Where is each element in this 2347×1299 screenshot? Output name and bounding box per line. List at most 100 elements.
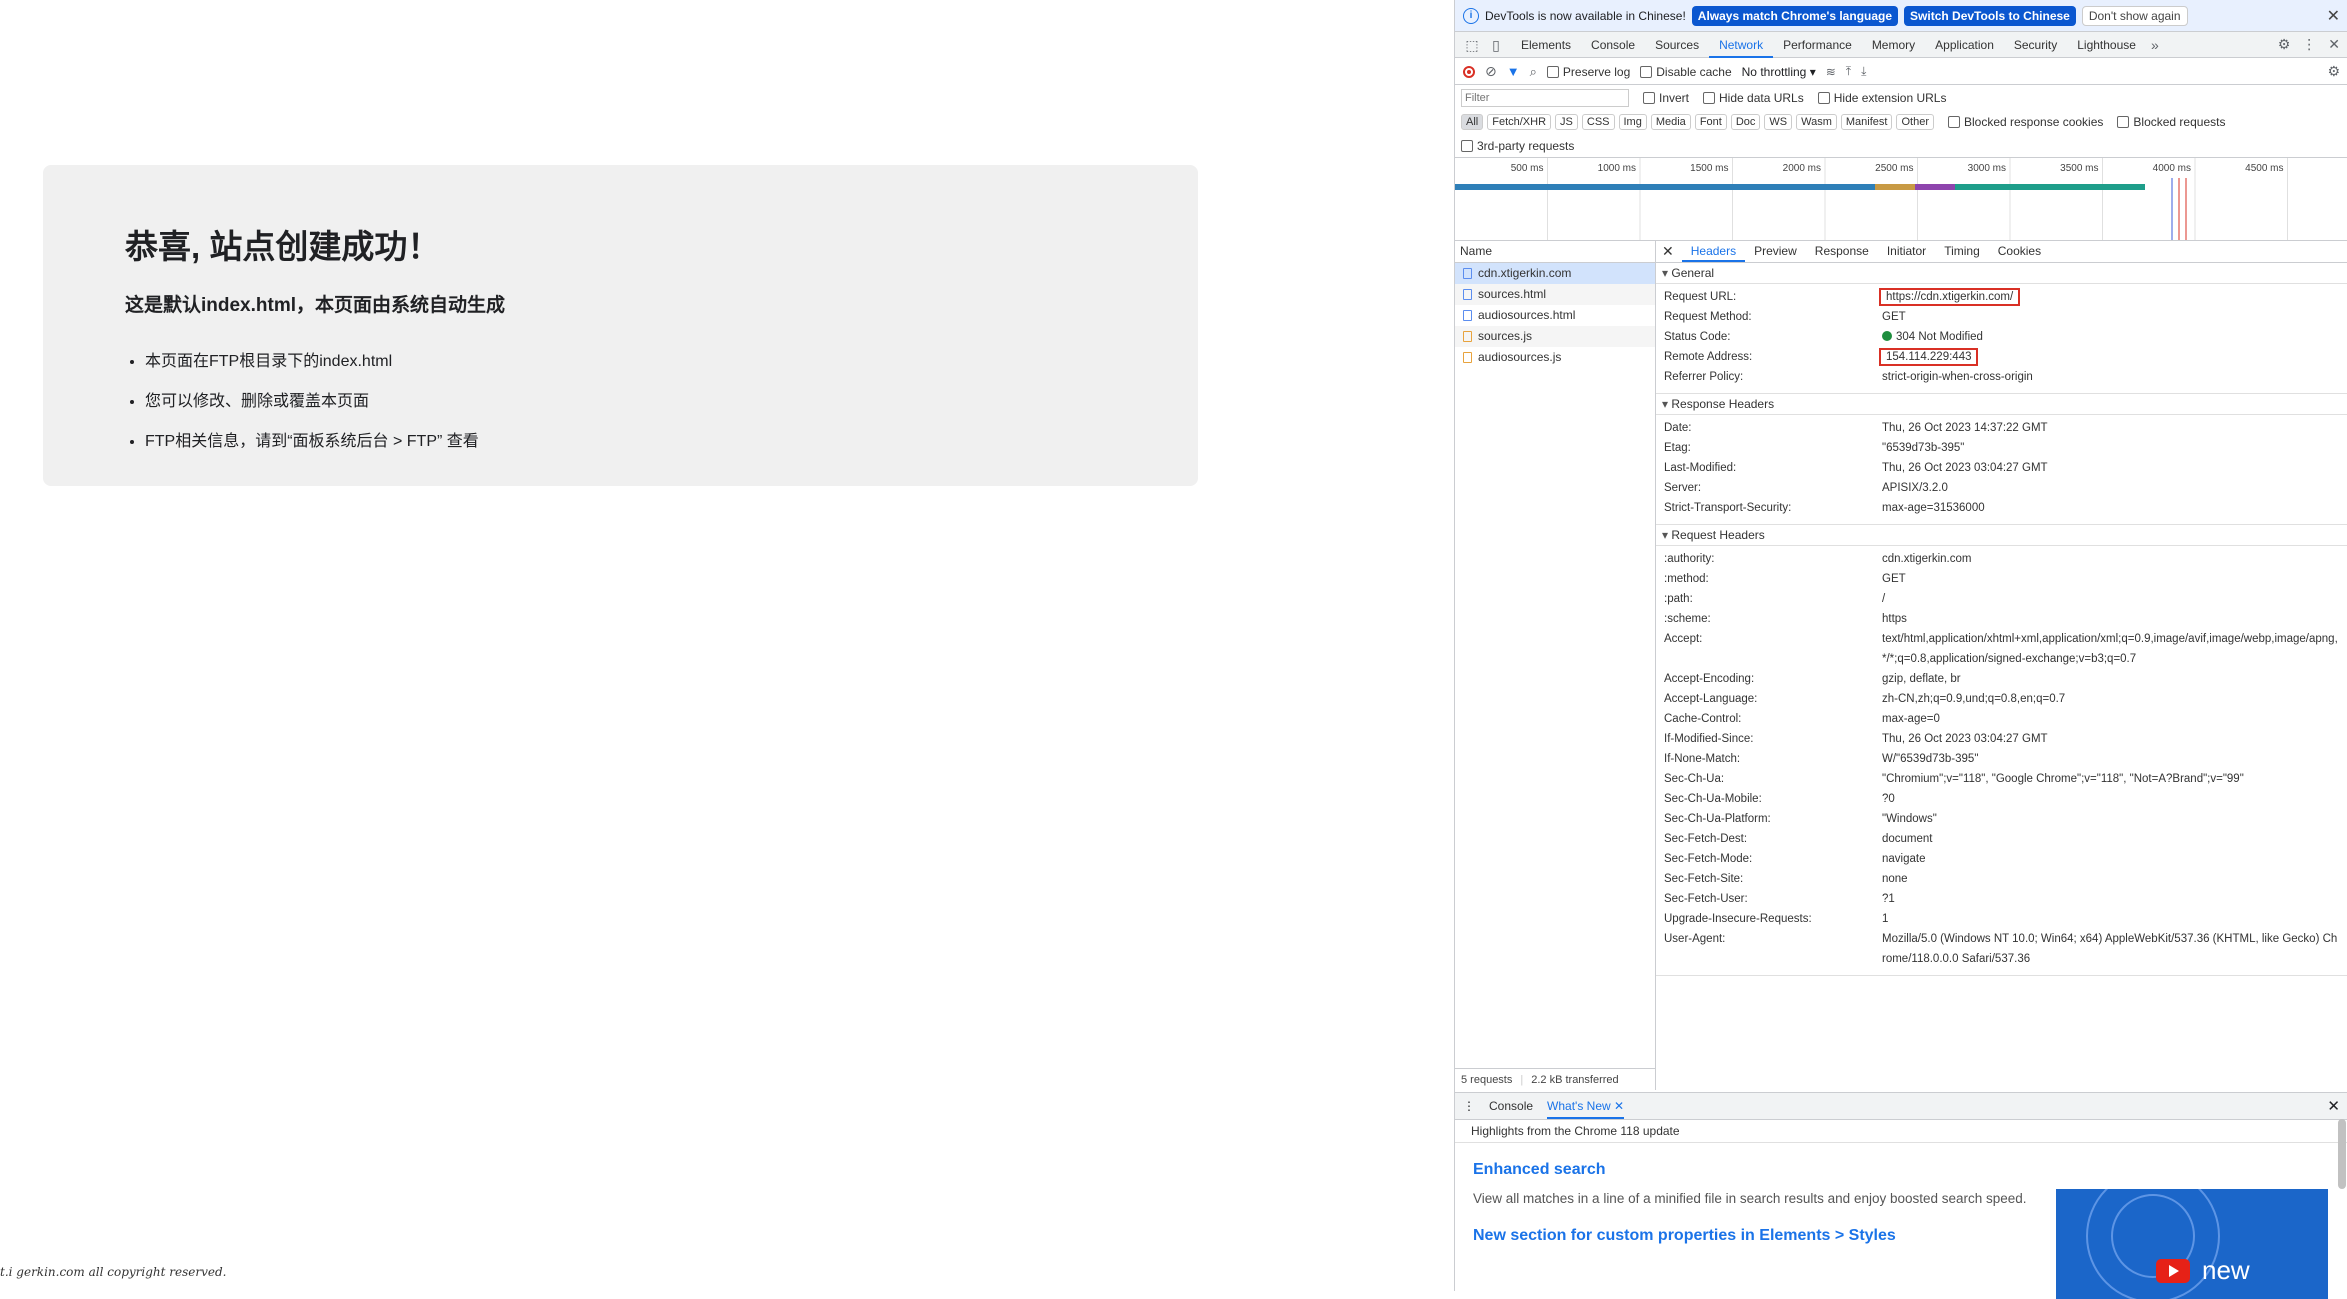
type-doc-button[interactable]: Doc <box>1730 114 1761 130</box>
header-value[interactable]: max-age=31536000 <box>1882 498 1995 518</box>
switch-to-chinese-button[interactable]: Switch DevTools to Chinese <box>1904 5 2076 26</box>
tab-application[interactable]: Application <box>1925 32 2004 58</box>
header-value[interactable]: Mozilla/5.0 (Windows NT 10.0; Win64; x64… <box>1882 929 2347 969</box>
throttling-select[interactable]: No throttling ▾ <box>1742 65 1816 79</box>
close-devtools-icon[interactable]: ✕ <box>2328 36 2340 53</box>
search-icon[interactable]: ⌕ <box>1530 64 1537 80</box>
tab-preview[interactable]: Preview <box>1745 240 1806 262</box>
tab-initiator[interactable]: Initiator <box>1878 240 1935 262</box>
header-value[interactable]: 304 Not Modified <box>1882 327 1993 347</box>
header-value[interactable]: GET <box>1882 569 1916 589</box>
import-har-icon[interactable]: ⤒ <box>1846 64 1851 79</box>
request-row[interactable]: cdn.xtigerkin.com <box>1455 263 1655 284</box>
disable-cache-checkbox[interactable]: Disable cache <box>1640 65 1732 79</box>
header-value[interactable]: GET <box>1882 307 1916 327</box>
header-value[interactable]: / <box>1882 589 1895 609</box>
header-value[interactable]: ?0 <box>1882 789 1905 809</box>
third-party-checkbox[interactable]: 3rd-party requests <box>1461 139 1574 153</box>
header-value[interactable]: W/"6539d73b-395" <box>1882 749 1988 769</box>
tab-timing[interactable]: Timing <box>1935 240 1989 262</box>
header-value[interactable]: document <box>1882 829 1943 849</box>
request-row[interactable]: sources.html <box>1455 284 1655 305</box>
blocked-response-cookies-checkbox[interactable]: Blocked response cookies <box>1947 115 2103 129</box>
drawer-tab-whats-new[interactable]: What's New ✕ <box>1547 1093 1625 1119</box>
type-ws-button[interactable]: WS <box>1764 114 1793 130</box>
dont-show-again-button[interactable]: Don't show again <box>2081 5 2188 26</box>
tab-lighthouse[interactable]: Lighthouse <box>2067 32 2146 58</box>
network-settings-icon[interactable]: ⚙ <box>2327 63 2340 80</box>
video-thumbnail[interactable]: new <box>2056 1189 2328 1299</box>
header-value[interactable]: max-age=0 <box>1882 709 1950 729</box>
tab-elements[interactable]: Elements <box>1511 32 1581 58</box>
header-value[interactable]: Thu, 26 Oct 2023 03:04:27 GMT <box>1882 729 2058 749</box>
header-value[interactable]: strict-origin-when-cross-origin <box>1882 367 2043 387</box>
close-detail-icon[interactable]: ✕ <box>1662 243 1674 260</box>
tab-response[interactable]: Response <box>1806 240 1878 262</box>
header-value[interactable]: text/html,application/xhtml+xml,applicat… <box>1882 629 2347 669</box>
header-value[interactable]: cdn.xtigerkin.com <box>1882 549 1981 569</box>
header-value[interactable]: ?1 <box>1882 889 1905 909</box>
blocked-requests-checkbox[interactable]: Blocked requests <box>2117 115 2225 129</box>
tab-performance[interactable]: Performance <box>1773 32 1862 58</box>
hide-extension-urls-checkbox[interactable]: Hide extension URLs <box>1817 91 1946 105</box>
type-font-button[interactable]: Font <box>1694 114 1727 130</box>
close-drawer-icon[interactable]: ✕ <box>2327 1097 2340 1115</box>
tab-sources[interactable]: Sources <box>1645 32 1709 58</box>
name-column-header[interactable]: Name <box>1455 240 1655 263</box>
drawer-scrollbar[interactable] <box>2338 1119 2346 1189</box>
tab-cookies[interactable]: Cookies <box>1989 240 2050 262</box>
play-button-icon[interactable] <box>2156 1259 2190 1283</box>
type-wasm-button[interactable]: Wasm <box>1796 114 1837 130</box>
tab-security[interactable]: Security <box>2004 32 2067 58</box>
header-value[interactable]: Thu, 26 Oct 2023 14:37:22 GMT <box>1882 418 2058 438</box>
whats-new-item-title[interactable]: Enhanced search <box>1473 1161 2328 1179</box>
request-row[interactable]: sources.js <box>1455 326 1655 347</box>
header-value[interactable]: 1 <box>1882 909 1898 929</box>
clear-icon[interactable]: ⊘ <box>1485 63 1497 80</box>
header-value[interactable]: "Chromium";v="118", "Google Chrome";v="1… <box>1882 769 2254 789</box>
header-value[interactable]: zh-CN,zh;q=0.9,und;q=0.8,en;q=0.7 <box>1882 689 2075 709</box>
type-all-button[interactable]: All <box>1461 114 1484 130</box>
header-value[interactable]: gzip, deflate, br <box>1882 669 1971 689</box>
settings-gear-icon[interactable]: ⚙ <box>2278 36 2291 53</box>
header-value[interactable]: https <box>1882 609 1917 629</box>
network-conditions-icon[interactable]: ≋ <box>1826 65 1836 79</box>
header-value[interactable]: Thu, 26 Oct 2023 03:04:27 GMT <box>1882 458 2058 478</box>
header-value[interactable]: 154.114.229:443 <box>1878 347 1985 367</box>
type-media-button[interactable]: Media <box>1650 114 1691 130</box>
header-value[interactable]: https://cdn.xtigerkin.com/ <box>1878 287 2027 307</box>
request-row[interactable]: audiosources.js <box>1455 347 1655 368</box>
record-icon[interactable] <box>1463 65 1475 78</box>
request-row[interactable]: audiosources.html <box>1455 305 1655 326</box>
tab-headers[interactable]: Headers <box>1681 240 1746 262</box>
timeline-overview[interactable]: 500 ms 1000 ms 1500 ms 2000 ms 2500 ms 3000 m… <box>1455 157 2347 241</box>
inspect-element-icon[interactable]: ⬚ <box>1463 36 1481 54</box>
header-value[interactable]: navigate <box>1882 849 1935 869</box>
filter-input[interactable] <box>1461 89 1629 107</box>
type-js-button[interactable]: JS <box>1555 114 1578 130</box>
header-value[interactable]: APISIX/3.2.0 <box>1882 478 1958 498</box>
tab-console[interactable]: Console <box>1581 32 1645 58</box>
close-tab-icon[interactable]: ✕ <box>1614 1099 1624 1113</box>
more-options-icon[interactable]: ⋮ <box>2302 36 2316 53</box>
header-value[interactable]: none <box>1882 869 1918 889</box>
header-value[interactable]: "Windows" <box>1882 809 1947 829</box>
hide-data-urls-checkbox[interactable]: Hide data URLs <box>1703 91 1804 105</box>
export-har-icon[interactable]: ⤓ <box>1861 64 1866 79</box>
type-css-button[interactable]: CSS <box>1581 114 1615 130</box>
type-img-button[interactable]: Img <box>1618 114 1647 130</box>
more-tabs-icon[interactable]: » <box>2146 36 2164 54</box>
drawer-menu-icon[interactable]: ⋮ <box>1463 1099 1475 1113</box>
device-toolbar-icon[interactable]: ▯ <box>1487 36 1505 54</box>
filter-icon[interactable]: ▼ <box>1507 64 1520 79</box>
header-value[interactable]: "6539d73b-395" <box>1882 438 1974 458</box>
general-section-header[interactable]: General <box>1656 263 2347 284</box>
type-manifest-button[interactable]: Manifest <box>1840 114 1893 130</box>
tab-network[interactable]: Network <box>1709 32 1774 58</box>
response-headers-section-header[interactable]: Response Headers <box>1656 394 2347 415</box>
type-fetch-xhr-button[interactable]: Fetch/XHR <box>1487 114 1552 130</box>
preserve-log-checkbox[interactable]: Preserve log <box>1546 65 1630 79</box>
drawer-tab-console[interactable]: Console <box>1489 1093 1533 1119</box>
invert-checkbox[interactable]: Invert <box>1643 91 1689 105</box>
close-icon[interactable]: ✕ <box>2327 6 2340 26</box>
